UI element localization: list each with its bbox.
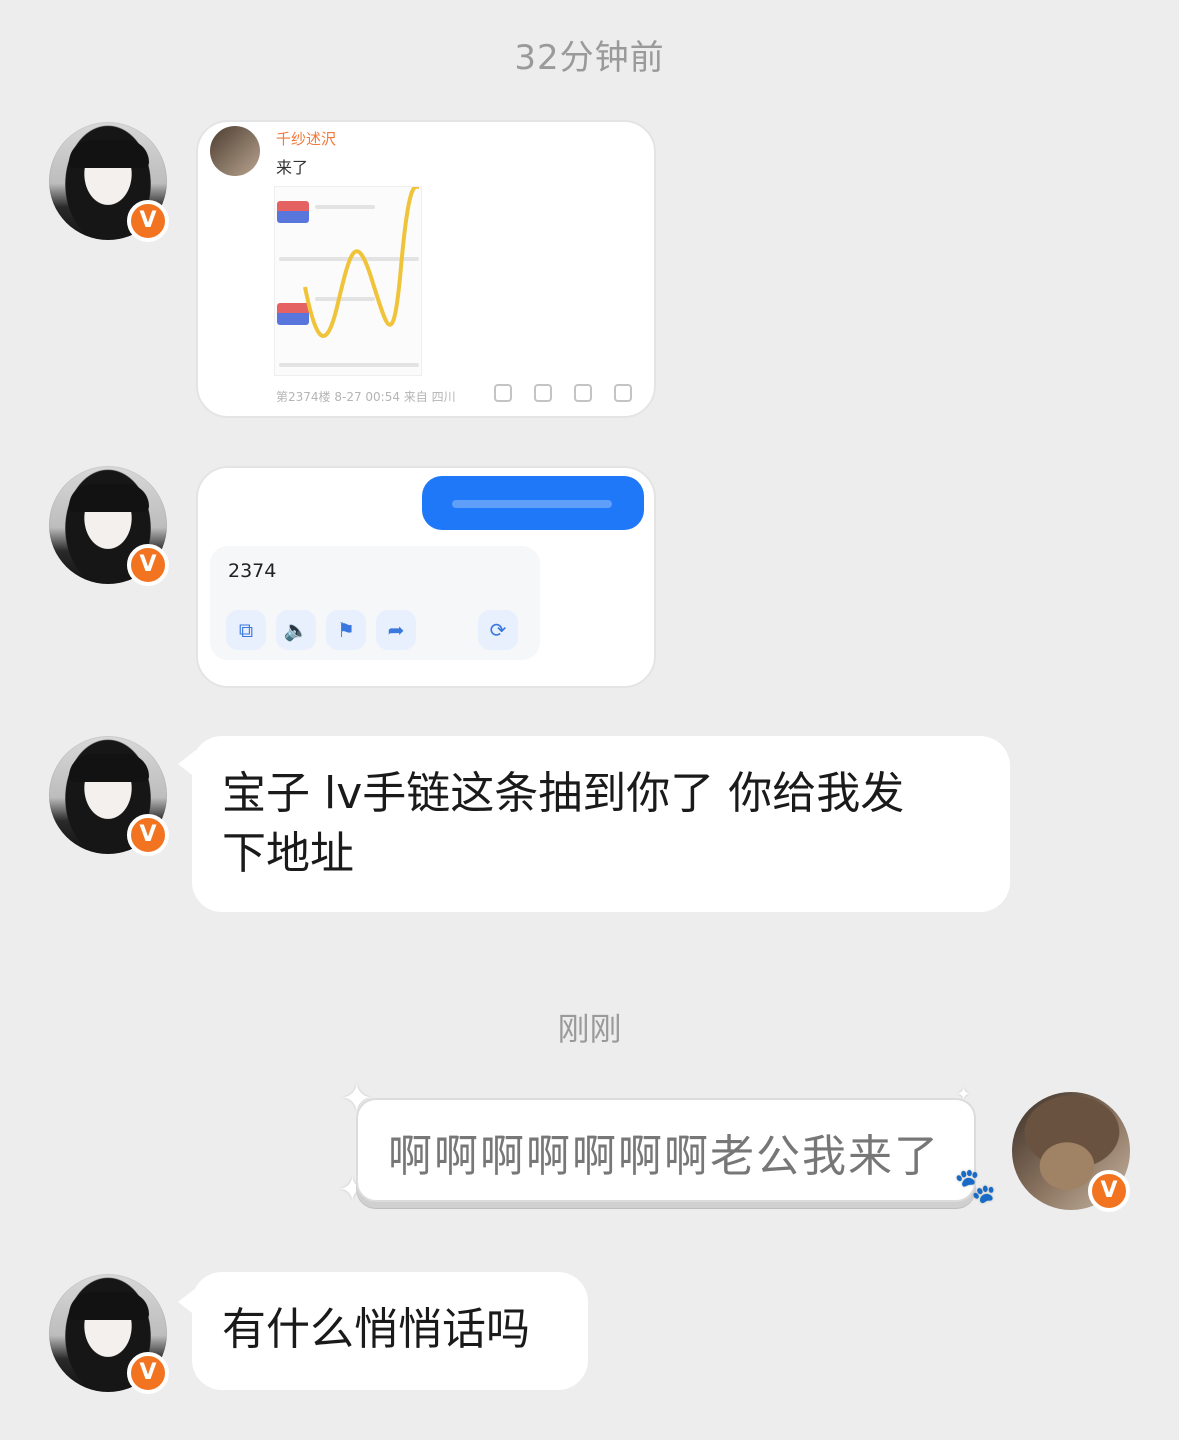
sender-avatar[interactable]: V bbox=[49, 736, 169, 856]
message-text-line2: 下地址 bbox=[222, 828, 354, 879]
sender-avatar[interactable]: V bbox=[49, 466, 169, 586]
wave-drawing bbox=[303, 187, 419, 338]
sender-avatar[interactable]: V bbox=[49, 122, 169, 242]
refresh-icon: ⟳ bbox=[478, 610, 518, 650]
image-message-ai-screenshot[interactable]: 2374 ⧉ 🔈 ⚑ ➦ ⟳ bbox=[196, 466, 656, 688]
post-footer: 第2374楼 8-27 00:54 来自 四川 bbox=[276, 390, 456, 404]
decorated-message-bubble[interactable]: 啊啊啊啊啊啊啊老公我来了 bbox=[356, 1098, 976, 1202]
timestamp-mid: 刚刚 bbox=[557, 1010, 622, 1048]
text-message-bubble[interactable]: 宝子 lv手链这条抽到你了 你给我发 下地址 bbox=[192, 736, 1010, 912]
reply-actions: ⧉ 🔈 ⚑ ➦ ⟳ bbox=[226, 610, 526, 650]
post-action-icons bbox=[494, 384, 632, 402]
share-icon bbox=[534, 384, 552, 402]
emoji-icon bbox=[494, 384, 512, 402]
verified-badge: V bbox=[127, 1352, 169, 1394]
message-text: 有什么悄悄话吗 bbox=[222, 1304, 530, 1355]
message-text-line1: 宝子 lv手链这条抽到你了 你给我发 bbox=[222, 768, 905, 819]
timestamp-top: 32分钟前 bbox=[514, 38, 665, 78]
paw-icon: 🐾 bbox=[954, 1166, 997, 1206]
verified-badge: V bbox=[127, 544, 169, 586]
copy-icon: ⧉ bbox=[226, 610, 266, 650]
post-author-name: 千纱述沢 bbox=[276, 130, 337, 148]
verified-badge: V bbox=[127, 814, 169, 856]
verified-badge: V bbox=[1088, 1170, 1130, 1212]
message-text: 啊啊啊啊啊啊啊老公我来了 bbox=[388, 1131, 940, 1182]
reply-number: 2374 bbox=[228, 560, 277, 582]
speaker-icon: 🔈 bbox=[276, 610, 316, 650]
comment-icon bbox=[574, 384, 592, 402]
post-author-avatar bbox=[210, 126, 260, 176]
post-text: 来了 bbox=[276, 158, 309, 177]
image-message-post-screenshot[interactable]: 千纱述沢 来了 第2374楼 8-27 00:54 来自 四川 bbox=[196, 120, 656, 418]
sender-avatar[interactable]: V bbox=[49, 1274, 169, 1394]
like-icon bbox=[614, 384, 632, 402]
share-icon: ➦ bbox=[376, 610, 416, 650]
post-image-graph bbox=[274, 186, 422, 376]
verified-badge: V bbox=[127, 200, 169, 242]
ai-reply-box: 2374 ⧉ 🔈 ⚑ ➦ ⟳ bbox=[210, 546, 540, 660]
blurred-user-bubble bbox=[422, 476, 644, 530]
text-message-bubble[interactable]: 有什么悄悄话吗 bbox=[192, 1272, 588, 1390]
bookmark-icon: ⚑ bbox=[326, 610, 366, 650]
chat-page: 32分钟前 V 千纱述沢 来了 第2374楼 8-27 00:54 来自 四川 bbox=[0, 0, 1179, 1440]
my-avatar[interactable]: V bbox=[1012, 1092, 1130, 1212]
